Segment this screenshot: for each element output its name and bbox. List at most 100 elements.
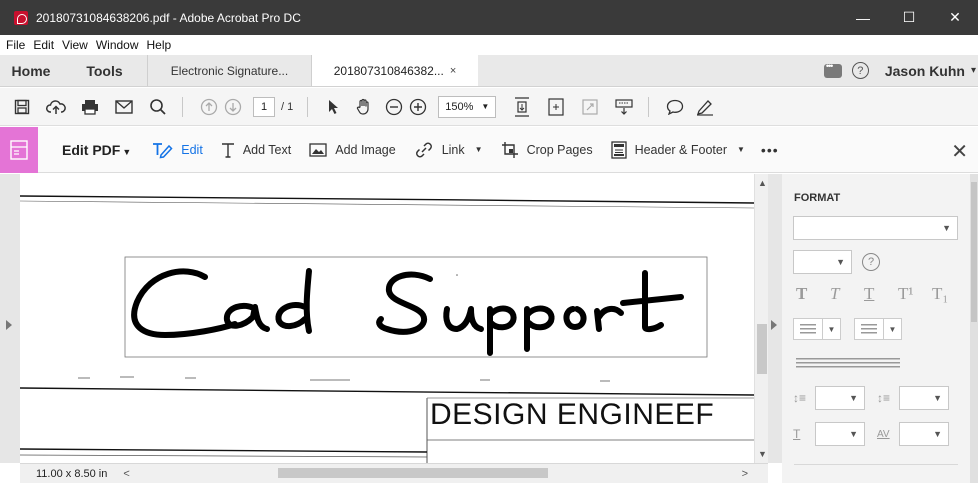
edit-pdf-toolbar: Edit PDF ▼ Edit Add Text Add Image Link ▼… (0, 126, 978, 173)
right-panel-toggle[interactable] (768, 174, 782, 463)
align-left-button[interactable] (796, 358, 822, 372)
line-spacing-select[interactable]: ▼ (815, 386, 865, 410)
vertical-scrollbar[interactable]: ▲ ▼ (754, 174, 768, 463)
bullet-list-dropdown[interactable]: ▼ (823, 318, 841, 340)
toolbar-separator (648, 96, 650, 117)
numbered-list-button[interactable] (854, 318, 884, 340)
list-row: ▼ ▼ (793, 318, 915, 340)
maximize-button[interactable]: ☐ (886, 0, 932, 35)
close-button[interactable]: ✕ (932, 0, 978, 35)
fit-page-icon[interactable] (512, 96, 532, 117)
add-image-label: Add Image (335, 142, 396, 157)
panel-scroll-thumb[interactable] (971, 182, 977, 322)
menu-help[interactable]: Help (147, 38, 172, 52)
edit-pdf-tool-icon[interactable] (0, 126, 38, 173)
email-icon[interactable] (114, 97, 134, 117)
cloud-upload-icon[interactable] (46, 97, 66, 117)
link-button[interactable]: Link ▼ (414, 141, 483, 159)
horizontal-scroll-thumb[interactable] (278, 468, 548, 478)
save-icon[interactable] (12, 97, 32, 117)
menu-view[interactable]: View (62, 38, 88, 52)
more-tools-button[interactable]: ••• (761, 142, 779, 158)
edit-pdf-menu[interactable]: Edit PDF ▼ (62, 142, 131, 158)
tab-electronic-signature[interactable]: Electronic Signature... (148, 55, 312, 86)
comment-icon[interactable] (665, 97, 685, 117)
highlight-pen-icon[interactable] (695, 97, 715, 117)
align-left-icon (796, 358, 822, 369)
vertical-scroll-thumb[interactable] (757, 324, 767, 374)
scroll-down-icon[interactable]: ▼ (758, 449, 767, 459)
bold-button[interactable]: T (796, 284, 830, 304)
previous-page-icon[interactable] (199, 97, 219, 117)
justify-button[interactable] (874, 358, 900, 372)
help-icon[interactable]: ? (862, 253, 880, 271)
minimize-button[interactable]: — (840, 0, 886, 35)
menu-file[interactable]: File (6, 38, 25, 52)
scroll-left-icon[interactable]: < (123, 468, 129, 480)
expand-left-panel-icon[interactable] (6, 320, 12, 330)
horizontal-scaling-select[interactable]: ▼ (815, 422, 865, 446)
zoom-in-icon[interactable] (408, 97, 428, 117)
left-panel-toggle[interactable] (0, 174, 20, 463)
zoom-select[interactable]: 150% ▼ (438, 95, 497, 118)
keyboard-tool-icon[interactable] (614, 97, 634, 117)
underline-button[interactable]: T (864, 284, 898, 304)
full-screen-icon[interactable] (580, 97, 600, 117)
page-number-input[interactable]: 1 (253, 96, 275, 117)
close-tool-icon[interactable]: ✕ (951, 139, 968, 164)
menu-edit[interactable]: Edit (33, 38, 54, 52)
document-page[interactable]: DESIGN ENGINEEF (20, 174, 754, 463)
toolbar-separator (182, 96, 183, 117)
link-label: Link (441, 142, 465, 157)
subscript-button[interactable]: T₁ (932, 284, 966, 304)
zoom-out-icon[interactable] (384, 97, 404, 117)
tab-home[interactable]: Home (0, 55, 62, 86)
toolbar-separator (307, 96, 309, 117)
rotate-view-icon[interactable] (546, 97, 566, 117)
chevron-down-icon[interactable]: ▾ (971, 65, 976, 76)
header-footer-label: Header & Footer (634, 142, 727, 157)
add-image-button[interactable]: Add Image (309, 142, 396, 157)
tab-tools[interactable]: Tools (62, 55, 148, 86)
align-center-button[interactable] (822, 358, 848, 372)
next-page-icon[interactable] (223, 97, 243, 117)
hand-tool-icon[interactable] (354, 97, 374, 117)
page-size: 11.00 x 8.50 in (36, 467, 108, 480)
chevron-down-icon: ▼ (849, 393, 858, 403)
font-family-select[interactable]: ▼ (793, 216, 958, 240)
add-text-button[interactable]: Add Text (221, 142, 291, 158)
menu-window[interactable]: Window (96, 38, 139, 52)
collapse-right-panel-icon[interactable] (771, 320, 777, 330)
edit-button[interactable]: Edit (151, 141, 203, 159)
header-footer-button[interactable]: Header & Footer ▼ (610, 140, 745, 159)
tab-close-icon[interactable]: × (450, 65, 456, 77)
tab-current-document[interactable]: 201807310846382... × (312, 55, 478, 86)
search-icon[interactable] (148, 97, 168, 117)
chevron-down-icon: ▼ (737, 145, 745, 154)
character-spacing-select[interactable]: ▼ (899, 422, 949, 446)
paragraph-spacing-select[interactable]: ▼ (899, 386, 949, 410)
panel-scrollbar[interactable] (970, 174, 978, 483)
help-icon[interactable]: ? (851, 62, 869, 79)
bullet-list-button[interactable] (793, 318, 823, 340)
align-right-button[interactable] (848, 358, 874, 372)
comments-icon[interactable] (823, 61, 842, 78)
text-style-row: T T T T¹ T₁ (796, 284, 966, 304)
font-size-select[interactable]: ▼ (793, 250, 852, 274)
numbered-list-dropdown[interactable]: ▼ (884, 318, 902, 340)
crop-pages-label: Crop Pages (526, 142, 593, 157)
acrobat-icon (14, 10, 28, 25)
page-total: / 1 (281, 100, 294, 113)
superscript-button[interactable]: T¹ (898, 284, 932, 304)
scroll-right-icon[interactable]: > (742, 468, 748, 480)
chevron-down-icon: ▼ (942, 223, 951, 233)
scroll-up-icon[interactable]: ▲ (758, 178, 767, 188)
user-name[interactable]: Jason Kuhn (885, 63, 965, 79)
window-title: 20180731084638206.pdf - Adobe Acrobat Pr… (36, 10, 301, 25)
crop-pages-button[interactable]: Crop Pages (501, 141, 593, 159)
chevron-down-icon: ▼ (933, 429, 942, 439)
select-cursor-icon[interactable] (324, 97, 344, 117)
format-panel: FORMAT ▼ ▼ ? T T T T¹ T₁ ▼ ▼ ↕≡ ▼ ↕≡ ▼ T… (782, 174, 978, 483)
italic-button[interactable]: T (830, 284, 864, 304)
print-icon[interactable] (80, 97, 100, 117)
